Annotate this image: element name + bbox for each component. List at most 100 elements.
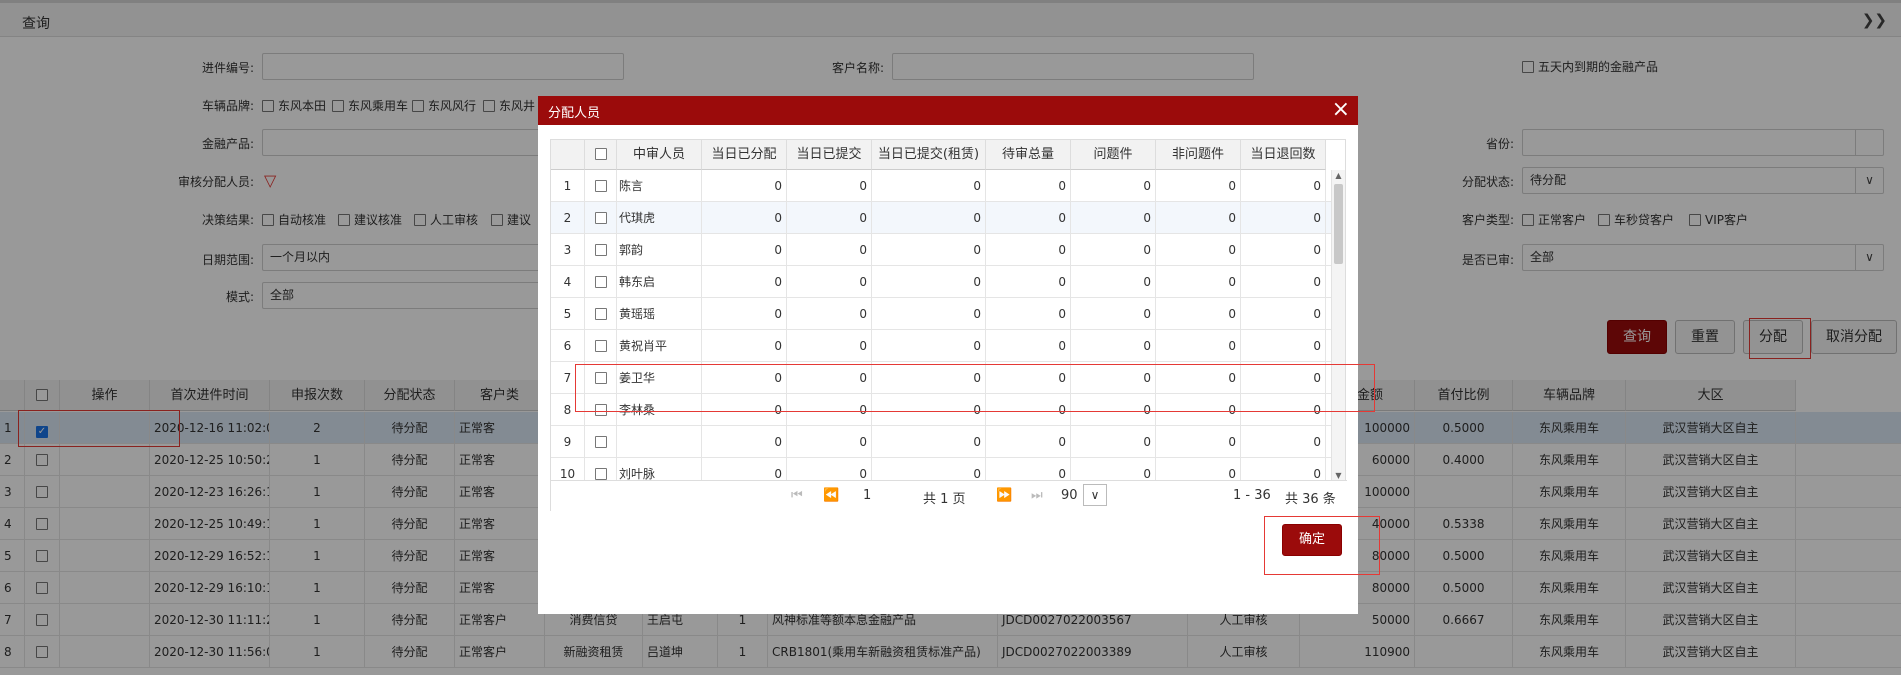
staff-metric-6: 0 [1241,234,1326,266]
staff-metric-1: 0 [787,170,872,202]
staff-metric-3: 0 [986,266,1071,298]
staff-metric-2: 0 [872,330,986,362]
staff-row[interactable]: 1 陈言 0 0 0 0 0 0 0 [551,170,1331,202]
staff-metric-0: 0 [702,330,787,362]
record-range-label: 1 - 36 [1233,488,1271,503]
staff-metric-4: 0 [1071,266,1156,298]
staff-header-4: 待审总量 [986,140,1071,170]
staff-row[interactable]: 4 韩东启 0 0 0 0 0 0 0 [551,266,1331,298]
staff-metric-2: 0 [872,202,986,234]
staff-metric-6: 0 [1241,170,1326,202]
staff-metric-6: 0 [1241,330,1326,362]
staff-metric-4: 0 [1071,234,1156,266]
staff-metric-5: 0 [1156,266,1241,298]
dialog-title: 分配人员 [548,106,601,121]
staff-row-checkbox[interactable] [585,330,617,362]
staff-metric-3: 0 [986,426,1071,458]
page-number-input[interactable]: 1 [863,488,871,503]
confirm-button-highlight [1264,516,1380,575]
staff-metric-1: 0 [787,266,872,298]
staff-metric-4: 0 [1071,330,1156,362]
scrollbar-thumb[interactable] [1334,184,1343,264]
staff-metric-5: 0 [1156,298,1241,330]
staff-metric-0: 0 [702,426,787,458]
staff-grid: 中审人员 当日已分配 当日已提交 当日已提交(租赁) 待审总量 问题件 非问题件 当日退回数 … [550,139,1347,511]
close-icon[interactable]: × [1332,97,1350,122]
staff-metric-2: 0 [872,266,986,298]
scroll-up-icon[interactable]: ▲ [1332,170,1345,182]
staff-row-checkbox[interactable] [585,426,617,458]
staff-rows-highlight [575,364,1375,412]
staff-metric-0: 0 [702,202,787,234]
staff-row-number: 4 [551,266,585,298]
staff-name: 黄瑶瑶 [617,298,702,330]
staff-header-0: 中审人员 [617,140,702,170]
staff-metric-6: 0 [1241,426,1326,458]
pager: ⏮ ⏪ 1 共 1 页 ⏩ ⏭ 90 ∨ 1 - 36 共 36 条 [551,480,1347,511]
staff-header-select-all[interactable] [585,140,617,170]
record-total-label: 共 36 条 [1285,492,1336,507]
staff-metric-3: 0 [986,234,1071,266]
staff-metric-3: 0 [986,330,1071,362]
staff-metric-3: 0 [986,202,1071,234]
staff-name: 韩东启 [617,266,702,298]
staff-row-number: 1 [551,170,585,202]
staff-header-rownum [551,140,585,170]
staff-header-2: 当日已提交 [787,140,872,170]
staff-row-number: 6 [551,330,585,362]
staff-metric-2: 0 [872,426,986,458]
staff-metric-2: 0 [872,298,986,330]
staff-metric-3: 0 [986,298,1071,330]
staff-row-checkbox[interactable] [585,298,617,330]
staff-name: 黄祝肖平 [617,330,702,362]
staff-row[interactable]: 6 黄祝肖平 0 0 0 0 0 0 0 [551,330,1331,362]
staff-metric-5: 0 [1156,170,1241,202]
staff-metric-5: 0 [1156,426,1241,458]
staff-row-checkbox[interactable] [585,170,617,202]
staff-metric-1: 0 [787,234,872,266]
next-page-icon[interactable]: ⏩ [996,488,1012,503]
staff-row-checkbox[interactable] [585,234,617,266]
staff-metric-6: 0 [1241,202,1326,234]
staff-header-7: 当日退回数 [1241,140,1326,170]
staff-metric-6: 0 [1241,266,1326,298]
prev-page-icon[interactable]: ⏪ [823,488,839,503]
staff-row[interactable]: 5 黄瑶瑶 0 0 0 0 0 0 0 [551,298,1331,330]
staff-row-number: 5 [551,298,585,330]
staff-metric-4: 0 [1071,426,1156,458]
staff-metric-0: 0 [702,234,787,266]
staff-metric-1: 0 [787,298,872,330]
assign-staff-dialog: 分配人员 × 中审人员 当日已分配 当日已提交 当日已提交(租赁) 待审总量 问题件 非问题… [538,96,1358,614]
staff-name: 代琪虎 [617,202,702,234]
staff-metric-1: 0 [787,330,872,362]
dialog-header: 分配人员 × [538,96,1358,125]
staff-name: 陈言 [617,170,702,202]
staff-row[interactable]: 3 郭韵 0 0 0 0 0 0 0 [551,234,1331,266]
staff-metric-0: 0 [702,298,787,330]
staff-row-number: 2 [551,202,585,234]
staff-metric-4: 0 [1071,170,1156,202]
staff-metric-2: 0 [872,234,986,266]
staff-row[interactable]: 2 代琪虎 0 0 0 0 0 0 0 [551,202,1331,234]
staff-row-number: 9 [551,426,585,458]
total-pages-label: 共 1 页 [923,492,966,507]
staff-metric-0: 0 [702,170,787,202]
staff-metric-4: 0 [1071,202,1156,234]
page-size-value: 90 [1061,488,1078,503]
page-size-dropdown-icon[interactable]: ∨ [1083,484,1107,506]
staff-row-checkbox[interactable] [585,202,617,234]
staff-metric-6: 0 [1241,298,1326,330]
last-page-icon[interactable]: ⏭ [1031,488,1043,503]
staff-grid-scrollbar[interactable]: ▲ ▼ [1331,170,1345,482]
staff-metric-0: 0 [702,266,787,298]
first-page-icon[interactable]: ⏮ [791,488,803,503]
staff-header-3: 当日已提交(租赁) [872,140,986,170]
staff-metric-2: 0 [872,170,986,202]
staff-row-number: 3 [551,234,585,266]
staff-metric-1: 0 [787,426,872,458]
staff-row-checkbox[interactable] [585,266,617,298]
staff-metric-5: 0 [1156,330,1241,362]
staff-name [617,426,702,458]
staff-metric-4: 0 [1071,298,1156,330]
staff-row[interactable]: 90000000 [551,426,1331,458]
